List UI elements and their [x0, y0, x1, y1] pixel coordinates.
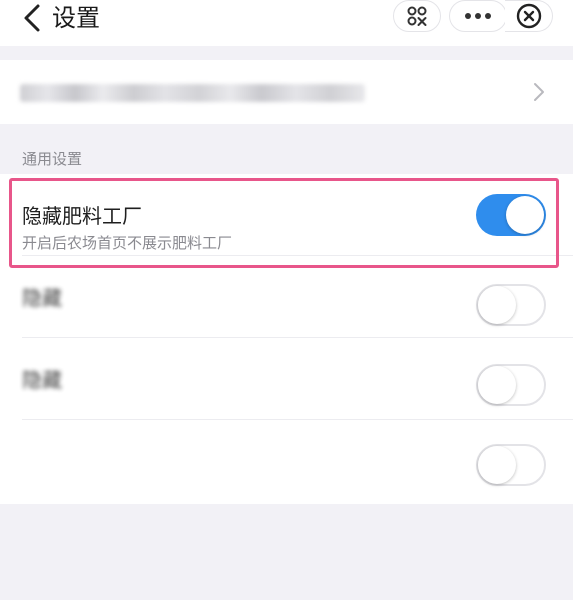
- settings-list: 隐藏肥料工厂 开启后农场首页不展示肥料工厂 隐藏 隐藏: [0, 174, 573, 504]
- more-icon: [465, 13, 491, 19]
- setting-row-hide-fertilizer-factory: 隐藏肥料工厂 开启后农场首页不展示肥料工厂: [0, 174, 573, 256]
- back-button[interactable]: [22, 0, 42, 36]
- more-button[interactable]: [449, 0, 507, 32]
- section-label: 通用设置: [22, 150, 83, 168]
- chevron-left-icon: [24, 4, 40, 32]
- setting-desc: 开启后农场首页不展示肥料工厂: [22, 234, 233, 252]
- scan-icon: [407, 6, 427, 26]
- toggle-knob: [478, 286, 516, 324]
- toggle-switch[interactable]: [476, 364, 546, 406]
- page-title: 设置: [52, 4, 100, 32]
- close-icon: [516, 3, 541, 29]
- setting-name: 隐藏: [22, 286, 62, 310]
- toggle-switch[interactable]: [476, 284, 546, 326]
- setting-name: 隐藏: [22, 368, 62, 392]
- toggle-knob: [478, 366, 516, 404]
- toggle-switch[interactable]: [476, 194, 546, 236]
- setting-row-blurred: [0, 420, 573, 502]
- toggle-knob: [478, 446, 516, 484]
- blurred-account-text: [20, 84, 365, 102]
- close-button[interactable]: [505, 0, 553, 32]
- title-bar: 设置: [0, 0, 573, 46]
- scan-button[interactable]: [393, 0, 441, 32]
- setting-name: 隐藏肥料工厂: [22, 204, 142, 228]
- account-row[interactable]: [0, 60, 573, 124]
- toggle-switch[interactable]: [476, 444, 546, 486]
- setting-row-blurred: 隐藏: [0, 256, 573, 338]
- chevron-right-icon: [534, 83, 544, 101]
- toggle-knob: [506, 196, 544, 234]
- setting-row-blurred: 隐藏: [0, 338, 573, 420]
